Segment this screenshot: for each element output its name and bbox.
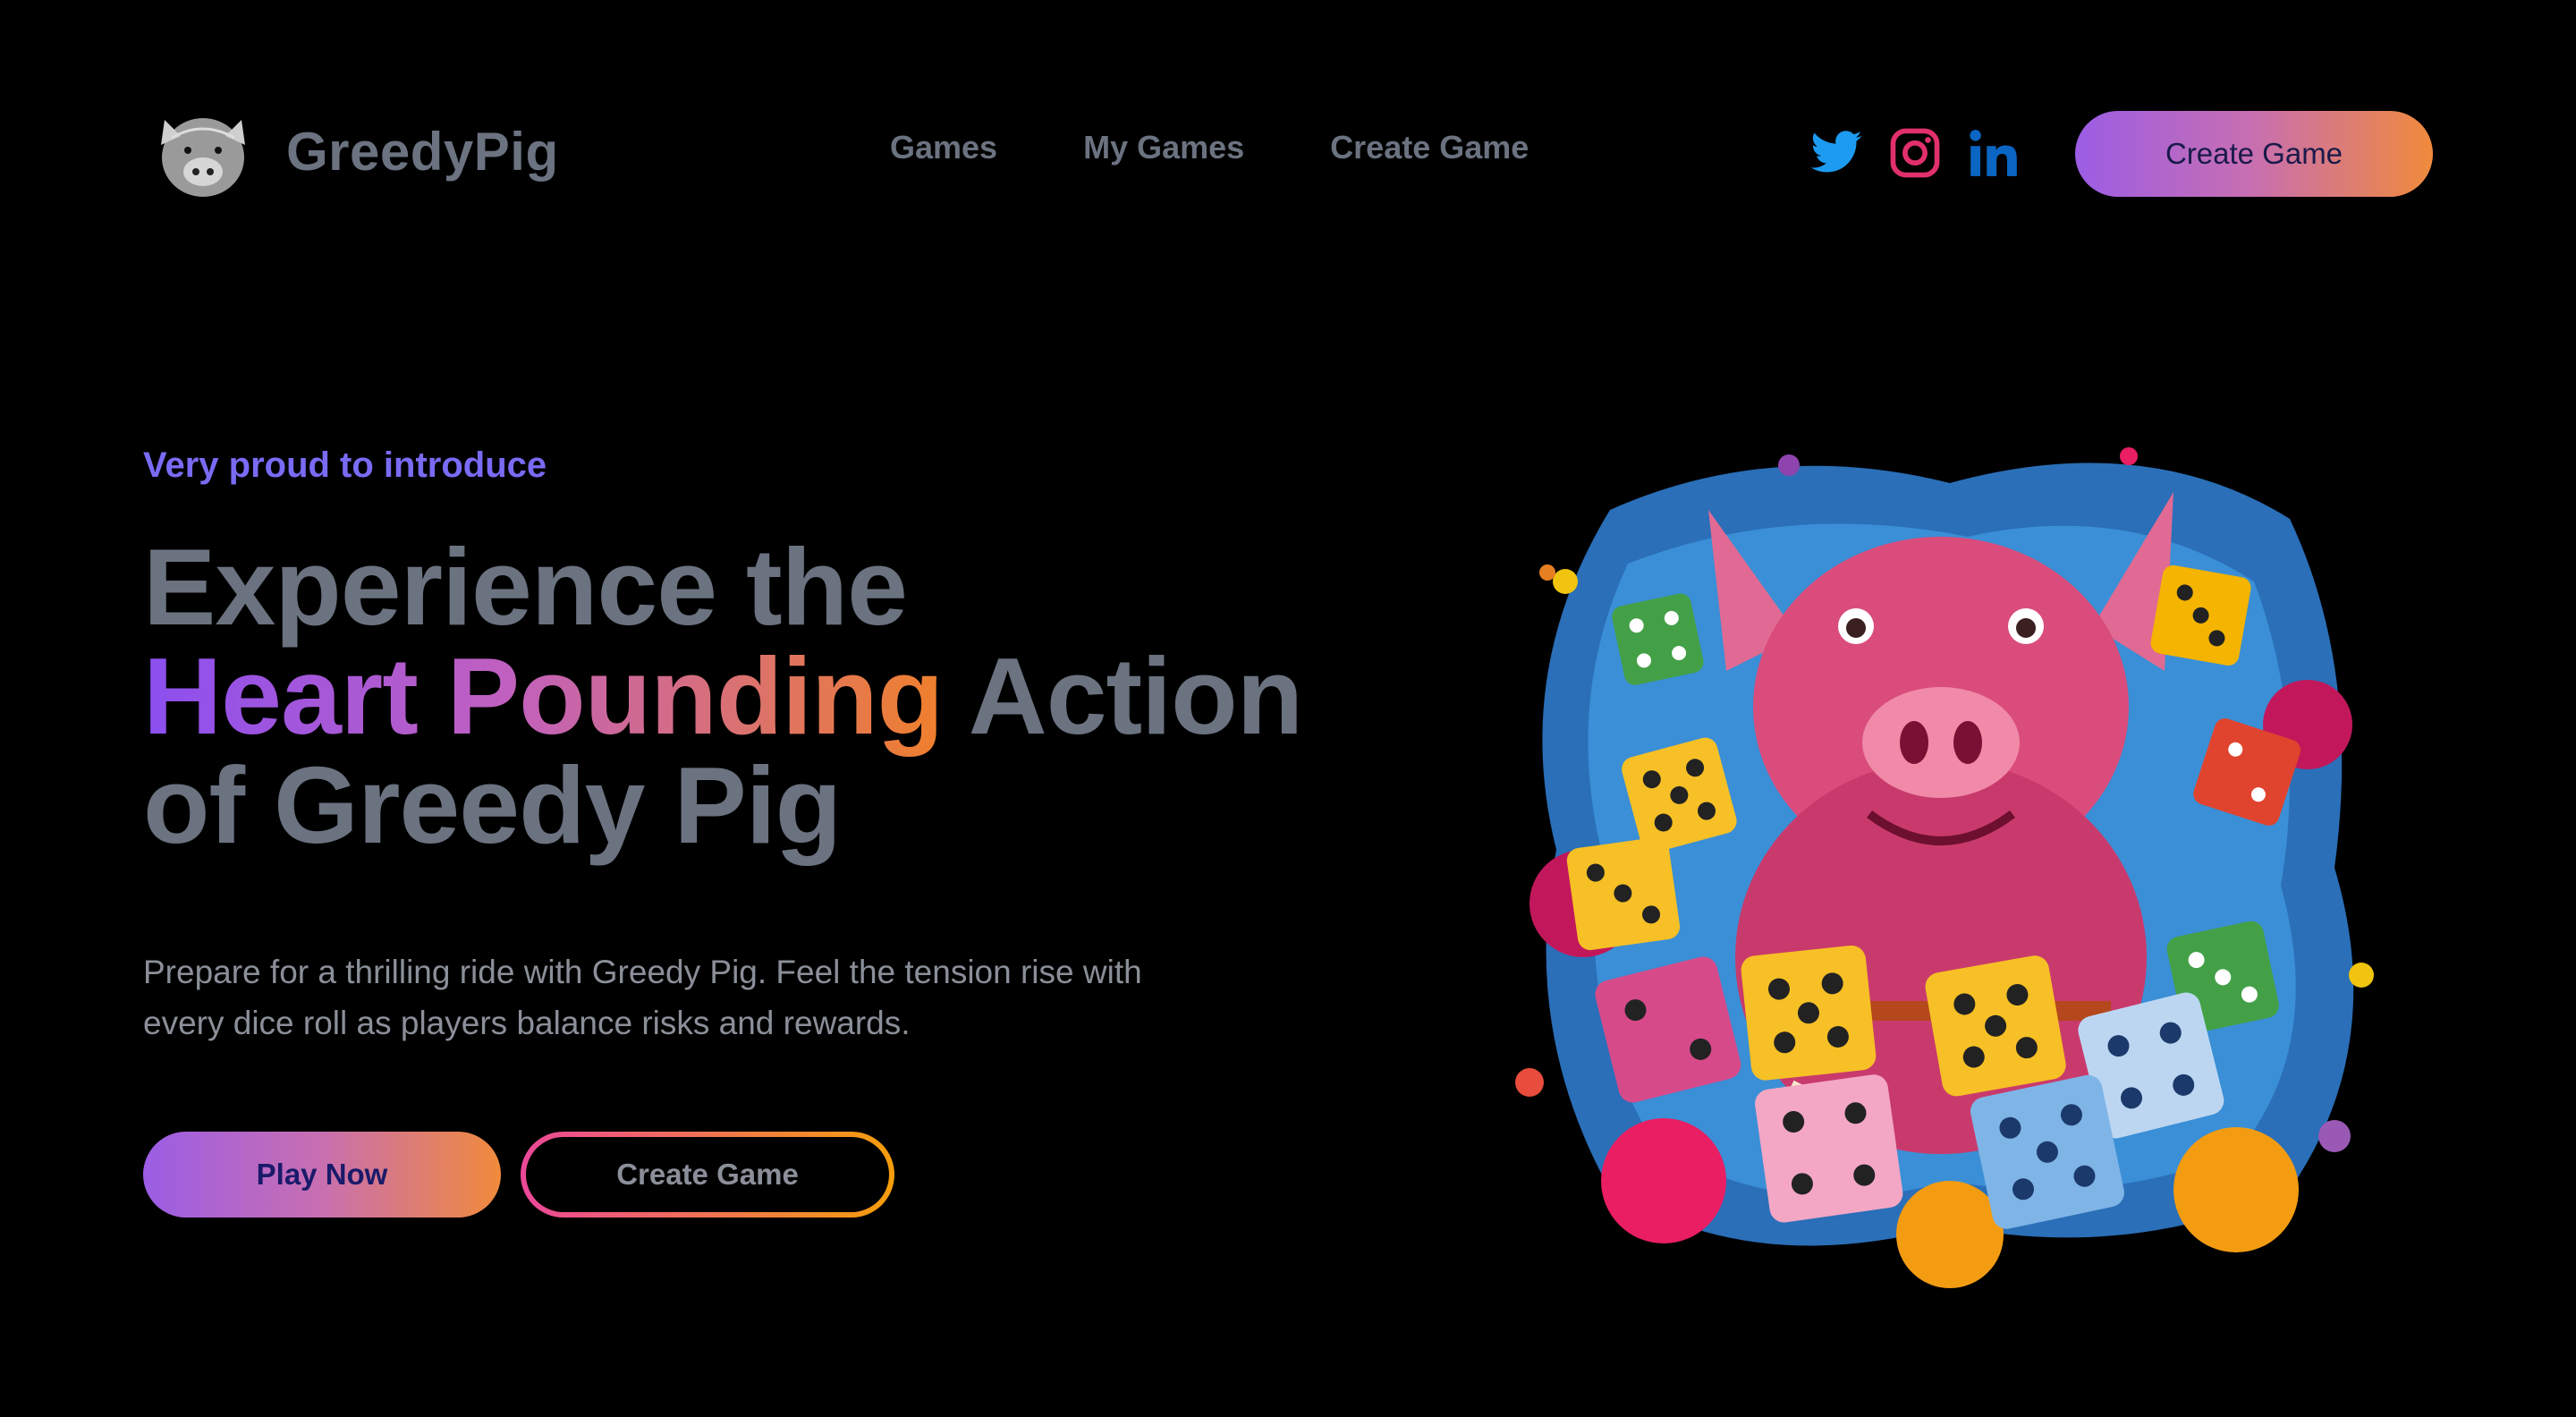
pig-with-dice-illustration [1515,447,2374,1288]
twitter-icon[interactable] [1809,125,1864,181]
instagram-icon[interactable] [1887,125,1943,181]
headline-highlight: Heart Pounding [143,635,944,757]
header-create-game-button[interactable]: Create Game [2075,111,2433,197]
play-now-button[interactable]: Play Now [143,1132,501,1218]
nav-create-game[interactable]: Create Game [1330,129,1529,166]
create-game-button[interactable]: Create Game [521,1132,894,1218]
hero-headline: Experience the Heart Pounding Action of … [143,526,1303,866]
headline-action: Action [943,635,1304,757]
linkedin-icon[interactable] [1966,125,2021,181]
hero-description: Prepare for a thrilling ride with Greedy… [143,954,1142,1041]
brand-name: GreedyPig [286,121,559,182]
headline-line-1: Experience the [143,526,908,648]
create-game-button-label: Create Game [526,1137,889,1212]
main-nav: Games My Games Create Game [890,129,1614,166]
nav-games[interactable]: Games [890,129,997,166]
logo-link[interactable]: GreedyPig [145,93,559,209]
social-links [1809,125,2045,181]
headline-line-2: Heart Pounding Action [143,641,1303,751]
headline-line-3: of Greedy Pig [143,744,842,866]
pig-head-icon [161,118,245,197]
nav-my-games[interactable]: My Games [1083,129,1244,166]
hero-cta-row: Play Now Create Game [143,1132,894,1218]
hero-eyebrow: Very proud to introduce [143,445,547,485]
